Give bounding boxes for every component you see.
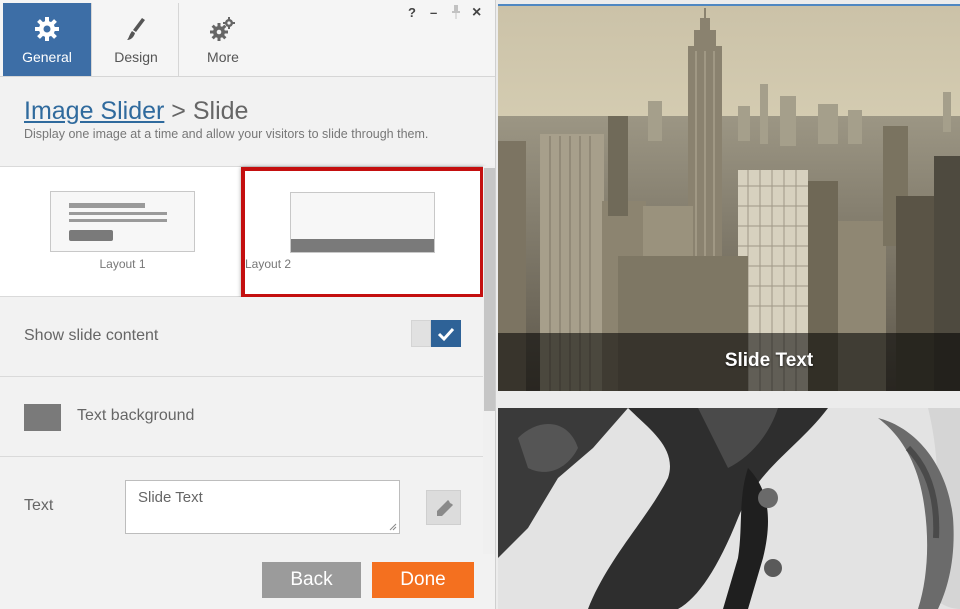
- layout-1-label: Layout 1: [99, 257, 146, 271]
- gears-icon: [210, 17, 235, 41]
- layout-1-thumbnail: [50, 191, 195, 252]
- gear-icon: [35, 17, 59, 41]
- page-title: Image Slider > Slide: [24, 97, 248, 126]
- slide-caption-bar: Slide Text: [498, 333, 960, 391]
- tab-general-label: General: [22, 49, 72, 65]
- text-row: Text Slide Text: [0, 457, 483, 555]
- tab-design[interactable]: Design: [92, 3, 180, 76]
- breadcrumb-current: Slide: [192, 97, 249, 125]
- text-background-label: Text background: [77, 407, 195, 424]
- checkmark-icon: [437, 327, 455, 342]
- layout-2-label: Layout 2: [245, 257, 292, 271]
- pin-icon[interactable]: [452, 5, 460, 23]
- slide-text-input[interactable]: Slide Text: [125, 480, 400, 534]
- slide-text-value: Slide Text: [138, 489, 203, 506]
- edit-text-button[interactable]: [426, 490, 461, 525]
- tab-design-label: Design: [114, 49, 158, 65]
- close-icon[interactable]: ×: [472, 5, 481, 21]
- show-slide-content-label: Show slide content: [24, 327, 159, 344]
- slide-caption-text: Slide Text: [724, 350, 814, 371]
- slide-image-climber[interactable]: [498, 408, 960, 609]
- text-label: Text: [24, 497, 54, 514]
- minimize-icon[interactable]: –: [430, 5, 437, 21]
- paintbrush-icon: [127, 18, 145, 40]
- page-description: Display one image at a time and allow yo…: [24, 127, 429, 141]
- panel-footer: Back Done: [0, 555, 495, 609]
- tab-bar: General Design More ? – ×: [0, 0, 495, 77]
- breadcrumb-separator: >: [164, 97, 193, 125]
- layout-2-thumbnail: [290, 192, 435, 253]
- text-background-row: Text background: [0, 377, 483, 457]
- show-slide-content-row: Show slide content: [0, 297, 483, 377]
- layout-chooser: Layout 1 Layout 2: [0, 166, 484, 298]
- slide-image-city[interactable]: Slide Text: [498, 4, 960, 391]
- tab-more-label: More: [207, 49, 239, 65]
- done-button[interactable]: Done: [372, 562, 474, 598]
- slider-preview: Slide Text: [496, 0, 960, 609]
- help-icon[interactable]: ?: [408, 5, 416, 21]
- scrollbar-thumb[interactable]: [484, 168, 495, 411]
- text-background-color-swatch[interactable]: [24, 404, 61, 431]
- tab-more[interactable]: More: [179, 3, 267, 76]
- show-slide-content-toggle[interactable]: [411, 320, 461, 347]
- layout-1-option[interactable]: Layout 1: [0, 167, 241, 298]
- panel-scrollbar[interactable]: [483, 166, 495, 554]
- pencil-icon: [437, 500, 453, 516]
- climber-image: [498, 408, 960, 609]
- resize-handle-icon[interactable]: [389, 523, 397, 531]
- layout-2-option[interactable]: Layout 2: [241, 167, 484, 298]
- breadcrumb-image-slider-link[interactable]: Image Slider: [24, 97, 164, 125]
- back-button[interactable]: Back: [262, 562, 361, 598]
- tab-general[interactable]: General: [3, 3, 91, 76]
- image-slider-settings-panel: General Design More ? – × Image Slider >…: [0, 0, 496, 609]
